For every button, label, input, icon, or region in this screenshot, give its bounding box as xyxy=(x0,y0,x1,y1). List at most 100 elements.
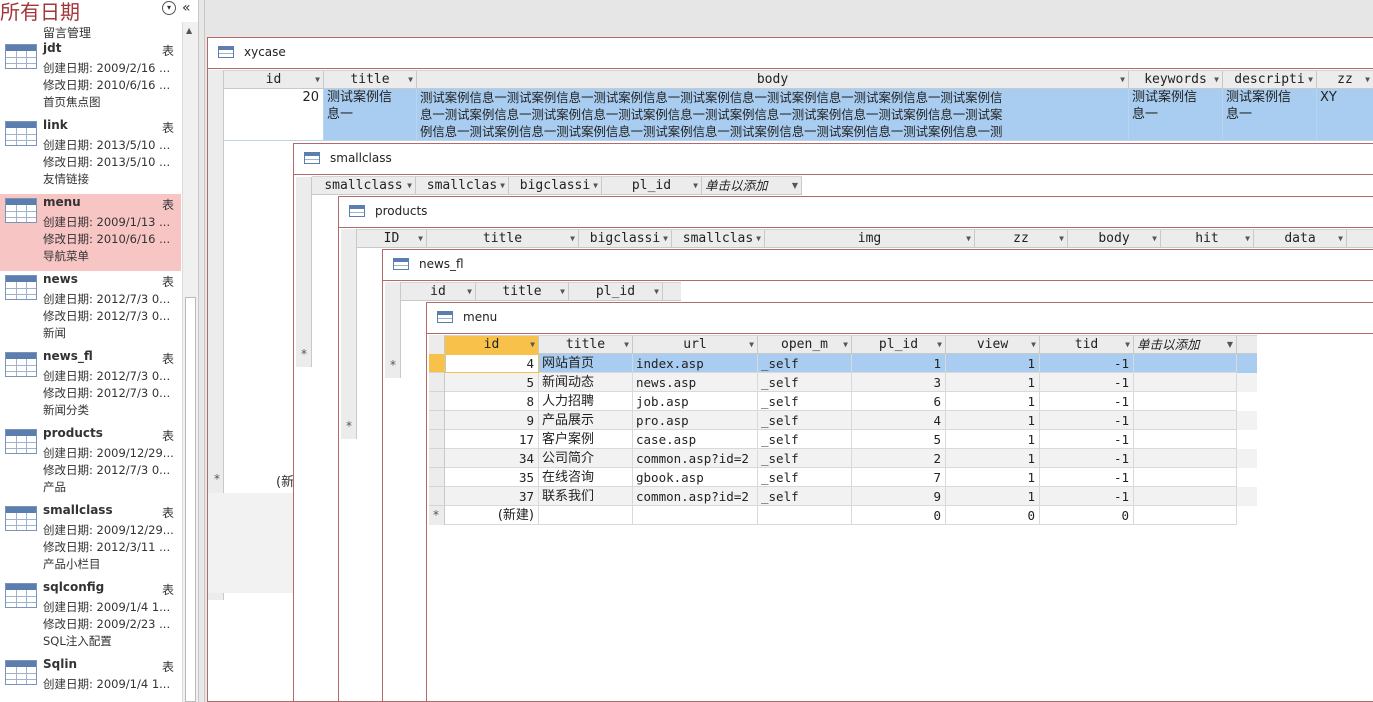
table-cell[interactable]: common.asp?id=2 xyxy=(633,449,758,468)
chevron-down-icon[interactable]: ▼ xyxy=(1338,230,1343,248)
column-header[interactable]: pl_id ▼ xyxy=(602,177,702,195)
chevron-down-icon[interactable]: ▼ xyxy=(1059,230,1064,248)
table-cell[interactable]: pro.asp xyxy=(633,411,758,430)
table-cell[interactable] xyxy=(1134,506,1237,525)
table-cell[interactable]: index.asp xyxy=(633,354,758,373)
chevron-down-icon[interactable]: ▼ xyxy=(693,177,698,195)
table-cell[interactable]: 34 xyxy=(445,449,539,468)
record-selector[interactable] xyxy=(429,411,444,430)
column-header[interactable]: id ▼ xyxy=(445,336,539,354)
table-cell[interactable]: 网站首页 xyxy=(539,354,633,373)
column-header[interactable]: ID ▼ xyxy=(357,230,427,248)
table-cell[interactable]: 1 xyxy=(946,392,1040,411)
table-cell[interactable]: 17 xyxy=(445,430,539,449)
column-header[interactable]: pl_id ▼ xyxy=(569,283,663,301)
column-header[interactable]: zz ▼ xyxy=(1317,71,1373,89)
record-selector[interactable] xyxy=(429,354,444,373)
nav-item-products[interactable]: products 表创建日期: 2009/12/29... 修改日期: 2012/7… xyxy=(0,425,181,502)
table-cell[interactable]: 0 xyxy=(946,506,1040,525)
record-selector-column[interactable] xyxy=(296,177,312,367)
column-header[interactable]: descripti ▼ xyxy=(1223,71,1317,89)
record-selector-column[interactable] xyxy=(341,229,357,439)
table-cell[interactable]: 1 xyxy=(946,468,1040,487)
column-header[interactable]: img ▼ xyxy=(765,230,975,248)
table-row[interactable]: 37 联系我们 common.asp?id=2 _self 9 1 -1 xyxy=(445,487,1257,506)
cell-body[interactable]: 测试案例信息一测试案例信息一测试案例信息一测试案例信息一测试案例信息一测试案例信… xyxy=(417,89,1129,141)
table-cell[interactable]: 1 xyxy=(852,354,946,373)
table-cell[interactable]: 0 xyxy=(1040,506,1134,525)
cell-zz[interactable]: XY xyxy=(1317,89,1373,141)
chevron-down-icon[interactable]: ▼ xyxy=(1120,71,1125,89)
record-selector[interactable] xyxy=(429,392,444,411)
nav-item-smallclass[interactable]: smallclass 表创建日期: 2009/12/29... 修改日期: 2012… xyxy=(0,502,181,579)
column-header[interactable]: view ▼ xyxy=(946,336,1040,354)
table-cell[interactable]: case.asp xyxy=(633,430,758,449)
chevron-down-icon[interactable]: ▼ xyxy=(500,177,505,195)
chevron-down-icon[interactable]: ▼ xyxy=(315,71,320,89)
collapse-pane-icon[interactable]: « xyxy=(182,0,191,16)
table-cell[interactable] xyxy=(1134,411,1237,430)
table-cell[interactable] xyxy=(633,506,758,525)
nav-title[interactable]: 所有日期 xyxy=(0,0,80,25)
table-cell[interactable]: 35 xyxy=(445,468,539,487)
table-cell[interactable]: 6 xyxy=(852,392,946,411)
nav-item-news-fl[interactable]: news_fl 表创建日期: 2012/7/3 0... 修改日期: 2012/7/… xyxy=(0,348,181,425)
table-cell[interactable]: -1 xyxy=(1040,430,1134,449)
table-cell[interactable]: 3 xyxy=(852,373,946,392)
column-header[interactable]: 单击以添加 ▼ xyxy=(702,177,802,195)
table-cell[interactable]: 7 xyxy=(852,468,946,487)
table-cell[interactable] xyxy=(1134,392,1237,411)
chevron-down-icon[interactable]: ▼ xyxy=(1245,230,1250,248)
chevron-down-icon[interactable]: ▼ xyxy=(407,177,412,195)
column-header[interactable]: body ▼ xyxy=(1068,230,1161,248)
column-header[interactable]: title ▼ xyxy=(539,336,633,354)
table-cell[interactable]: 产品展示 xyxy=(539,411,633,430)
table-cell[interactable]: 客户案例 xyxy=(539,430,633,449)
chevron-down-icon[interactable]: ▼ xyxy=(1308,71,1313,89)
table-cell[interactable]: 2 xyxy=(852,449,946,468)
nav-item-news[interactable]: news 表创建日期: 2012/7/3 0... 修改日期: 2012/7/3 0… xyxy=(0,271,181,348)
table-cell[interactable]: 在线咨询 xyxy=(539,468,633,487)
table-row[interactable]: 5 新闻动态 news.asp _self 3 1 -1 xyxy=(445,373,1257,392)
column-header[interactable]: tid ▼ xyxy=(1040,336,1134,354)
table-cell[interactable] xyxy=(1134,449,1237,468)
table-cell[interactable]: 0 xyxy=(852,506,946,525)
cell-descripti[interactable]: 测试案例信 息一 xyxy=(1223,89,1317,141)
chevron-down-icon[interactable]: ▼ xyxy=(467,283,472,301)
column-header[interactable]: bigclassi ▼ xyxy=(509,177,602,195)
table-cell[interactable]: gbook.asp xyxy=(633,468,758,487)
column-header[interactable]: id ▼ xyxy=(401,283,476,301)
table-cell[interactable] xyxy=(1134,373,1237,392)
table-cell[interactable]: -1 xyxy=(1040,392,1134,411)
table-cell[interactable]: _self xyxy=(758,487,852,506)
record-selector[interactable] xyxy=(429,430,444,449)
nav-item-menu[interactable]: menu 表创建日期: 2009/1/13 ... 修改日期: 2010/6/16 … xyxy=(0,194,181,271)
table-cell[interactable]: 5 xyxy=(445,373,539,392)
scroll-up-icon[interactable]: ▲ xyxy=(186,26,192,35)
chevron-down-icon[interactable]: ▼ xyxy=(1031,336,1036,354)
table-cell[interactable] xyxy=(1134,487,1237,506)
table-row[interactable]: 35 在线咨询 gbook.asp _self 7 1 -1 xyxy=(445,468,1257,487)
pane-splitter[interactable] xyxy=(198,0,205,702)
chevron-down-icon[interactable]: ▼ xyxy=(418,230,423,248)
column-header[interactable]: title ▼ xyxy=(476,283,569,301)
chevron-down-icon[interactable]: ▼ xyxy=(756,230,761,248)
chevron-down-icon[interactable]: ▼ xyxy=(792,177,798,195)
table-cell[interactable]: 1 xyxy=(946,487,1040,506)
chevron-down-icon[interactable]: ▼ xyxy=(1365,71,1370,89)
table-cell[interactable]: common.asp?id=2 xyxy=(633,487,758,506)
nav-scrollbar[interactable]: ▲ xyxy=(182,22,198,702)
column-header[interactable]: bigclassi ▼ xyxy=(579,230,672,248)
window-titlebar[interactable]: news_fl xyxy=(383,250,1373,280)
record-selector[interactable] xyxy=(429,468,444,487)
record-selector[interactable] xyxy=(429,373,444,392)
table-cell[interactable]: -1 xyxy=(1040,468,1134,487)
table-cell[interactable]: 4 xyxy=(852,411,946,430)
table-cell[interactable]: _self xyxy=(758,468,852,487)
chevron-down-icon[interactable]: ▼ xyxy=(593,177,598,195)
table-cell[interactable]: 1 xyxy=(946,373,1040,392)
record-selector[interactable] xyxy=(429,487,444,506)
column-header[interactable]: title ▼ xyxy=(427,230,579,248)
window-titlebar[interactable]: menu xyxy=(427,303,1373,333)
record-selector[interactable] xyxy=(429,449,444,468)
